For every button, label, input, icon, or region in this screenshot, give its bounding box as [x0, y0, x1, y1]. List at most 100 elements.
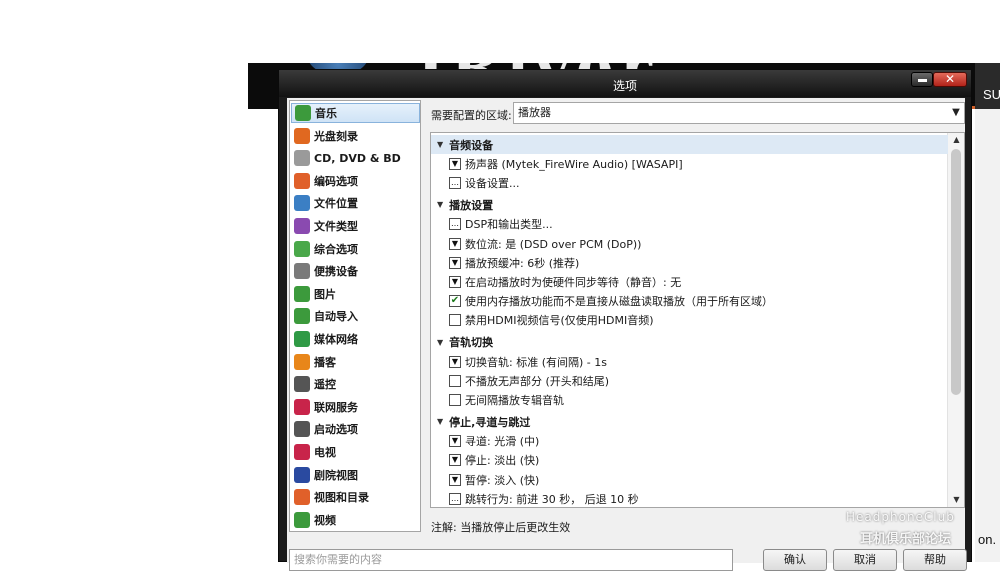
setting-item[interactable]: ▼ 在启动播放时为使硬件同步等待（静音）: 无 [449, 273, 681, 291]
nav-item[interactable]: 图片 [291, 284, 420, 304]
nav-item[interactable]: 编码选项 [291, 171, 420, 191]
background-side-panel [975, 63, 1000, 562]
setting-item[interactable]: ▼ 切换音轨: 标准 (有间隔) - 1s [449, 353, 607, 371]
collapse-icon[interactable]: ▼ [437, 338, 443, 347]
nav-item[interactable]: 便携设备 [291, 261, 420, 281]
setting-item[interactable]: 无间隔播放专辑音轨 [449, 391, 564, 409]
area-select-value: 播放器 [518, 106, 551, 119]
close-icon: ✕ [944, 72, 956, 86]
scroll-up-icon[interactable]: ▲ [948, 133, 964, 147]
setting-item[interactable]: … DSP和输出类型... [449, 215, 553, 233]
options-dialog: 选项 ✕ 音乐光盘刻录 CD, DVD & BD 编码选项 文件位置文件类型综合选项便… [278, 69, 972, 571]
scroll-thumb[interactable] [951, 149, 961, 395]
nav-item[interactable]: 剧院视图 [291, 465, 420, 485]
dropdown-icon[interactable]: ▼ [449, 454, 461, 467]
scroll-down-icon[interactable]: ▼ [948, 493, 964, 507]
setting-label: 寻道: 光滑 (中) [465, 435, 540, 449]
settings-group-header[interactable]: ▼ 停止,寻道与跳过 [431, 412, 948, 431]
ellipsis-icon[interactable]: … [449, 492, 461, 505]
nav-item[interactable]: 光盘刻录 [291, 126, 420, 146]
setting-label: 播放预缓冲: 6秒 (推荐) [465, 256, 580, 270]
checkbox[interactable] [449, 394, 461, 406]
nav-item-label: 视图和目录 [314, 491, 369, 505]
nav-item[interactable]: 音乐 [291, 103, 420, 123]
nav-item[interactable]: 视图和目录 [291, 487, 420, 507]
minimize-button[interactable] [911, 72, 933, 87]
settings-group-title: 音频设备 [449, 138, 494, 152]
watermark-line2: 耳机俱乐部论坛 [860, 532, 952, 547]
folder-location-icon [294, 195, 310, 212]
scrollbar[interactable]: ▲ ▼ [947, 133, 964, 507]
setting-item[interactable]: ▼ 扬声器 (Mytek_FireWire Audio) [WASAPI] [449, 155, 683, 173]
setting-label: 扬声器 (Mytek_FireWire Audio) [WASAPI] [465, 158, 683, 171]
setting-item[interactable]: ▼ 数位流: 是 (DSD over PCM (DoP)) [449, 235, 641, 253]
setting-item[interactable]: ▼ 寻道: 光滑 (中) [449, 432, 539, 450]
title-bar[interactable]: 选项 ✕ [279, 70, 971, 97]
nav-item[interactable]: 文件位置 [291, 193, 420, 213]
view-catalog-icon [294, 489, 310, 506]
dropdown-icon[interactable]: ▼ [449, 435, 461, 448]
setting-item[interactable]: ▼ 暂停: 淡入 (快) [449, 471, 539, 489]
media-network-icon [294, 331, 310, 347]
nav-item[interactable]: 播客 [291, 352, 420, 372]
area-select[interactable]: 播放器 ▼ [513, 102, 965, 124]
nav-item-label: 启动选项 [314, 423, 358, 437]
collapse-icon[interactable]: ▼ [437, 417, 443, 426]
nav-item[interactable]: 电视 [291, 442, 420, 462]
setting-label: 停止: 淡出 (快) [465, 454, 540, 468]
help-button[interactable]: 帮助 [903, 549, 967, 571]
settings-group-header[interactable]: ▼ 播放设置 [431, 195, 948, 214]
dropdown-icon[interactable]: ▼ [449, 158, 461, 170]
settings-group-header[interactable]: ▼ 音频设备 [431, 135, 948, 154]
nav-item[interactable]: CD, DVD & BD [291, 148, 420, 168]
checkbox[interactable] [449, 374, 461, 387]
category-nav: 音乐光盘刻录 CD, DVD & BD 编码选项 文件位置文件类型综合选项便携设备图片… [289, 100, 421, 532]
dropdown-icon[interactable]: ▼ [449, 355, 461, 368]
close-button[interactable]: ✕ [933, 72, 967, 87]
nav-item[interactable]: 自动导入 [291, 306, 420, 326]
settings-group-header[interactable]: ▼ 音轨切换 [431, 333, 948, 352]
dropdown-icon[interactable]: ▼ [449, 473, 461, 486]
search-input[interactable]: 搜索你需要的内容 [289, 549, 733, 571]
online-service-icon [294, 398, 310, 415]
nav-item-label: 剧院视图 [314, 468, 358, 482]
setting-item[interactable]: … 设备设置... [449, 174, 520, 192]
nav-item-label: 自动导入 [314, 310, 358, 324]
nav-item[interactable]: 综合选项 [291, 239, 420, 259]
cancel-button[interactable]: 取消 [833, 549, 897, 571]
collapse-icon[interactable]: ▼ [437, 140, 443, 149]
nav-item[interactable]: 视频 [291, 510, 420, 530]
settings-group-title: 音轨切换 [449, 336, 494, 350]
ok-button[interactable]: 确认 [763, 549, 827, 571]
nav-item-label: 媒体网络 [314, 333, 358, 346]
setting-item[interactable]: 不播放无声部分 (开头和结尾) [449, 372, 609, 390]
setting-label: 不播放无声部分 (开头和结尾) [465, 374, 610, 388]
setting-item[interactable]: ▼ 播放预缓冲: 6秒 (推荐) [449, 254, 579, 272]
dropdown-icon[interactable]: ▼ [449, 276, 461, 288]
background-bottom-text: on. [978, 532, 997, 547]
nav-item[interactable]: 联网服务 [291, 397, 420, 417]
nav-item-label: 播客 [314, 355, 336, 369]
setting-item[interactable]: ✔ 使用内存播放功能而不是直接从磁盘读取播放（用于所有区域） [449, 292, 773, 310]
checkbox[interactable]: ✔ [449, 295, 461, 308]
dropdown-icon[interactable]: ▼ [449, 237, 461, 250]
disc-icon [294, 150, 310, 167]
nav-item[interactable]: 媒体网络 [291, 329, 420, 349]
checkbox[interactable] [449, 314, 461, 327]
setting-item[interactable]: … 跳转行为: 前进 30 秒， 后退 10 秒 [449, 490, 639, 507]
setting-item[interactable]: ▼ 停止: 淡出 (快) [449, 451, 539, 469]
nav-item[interactable]: 启动选项 [291, 419, 420, 439]
dropdown-icon[interactable]: ▼ [449, 256, 461, 269]
minimize-icon [918, 79, 927, 82]
file-type-icon [294, 218, 310, 234]
nav-item-label: 综合选项 [314, 242, 358, 256]
setting-item[interactable]: 禁用HDMI视频信号(仅使用HDMI音频) [449, 311, 654, 329]
collapse-icon[interactable]: ▼ [437, 200, 443, 209]
podcast-icon [294, 353, 310, 370]
nav-item[interactable]: 遥控 [291, 374, 420, 394]
ellipsis-icon[interactable]: … [449, 177, 461, 190]
ellipsis-icon[interactable]: … [449, 218, 461, 231]
nav-item[interactable]: 文件类型 [291, 216, 420, 236]
burn-icon [294, 127, 310, 144]
background-su-text: SU [983, 87, 1000, 102]
